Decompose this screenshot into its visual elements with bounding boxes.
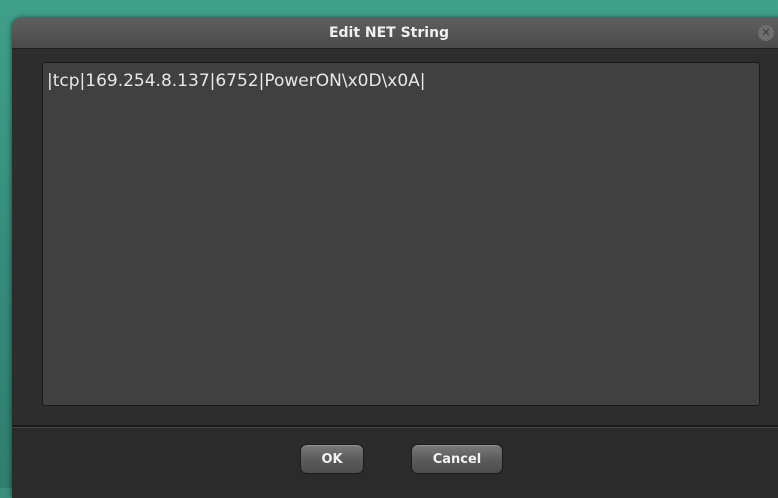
net-string-value: |tcp|169.254.8.137|6752|PowerON\x0D\x0A| <box>47 71 426 91</box>
dialog-titlebar[interactable]: Edit NET String ✕ <box>12 18 778 49</box>
ok-button[interactable]: OK <box>300 444 364 474</box>
net-string-textarea[interactable]: |tcp|169.254.8.137|6752|PowerON\x0D\x0A| <box>42 62 760 406</box>
cancel-button[interactable]: Cancel <box>411 444 503 474</box>
dialog-title: Edit NET String <box>328 25 450 41</box>
edit-net-string-dialog: Edit NET String ✕ |tcp|169.254.8.137|675… <box>12 18 778 498</box>
close-icon[interactable]: ✕ <box>758 25 774 41</box>
